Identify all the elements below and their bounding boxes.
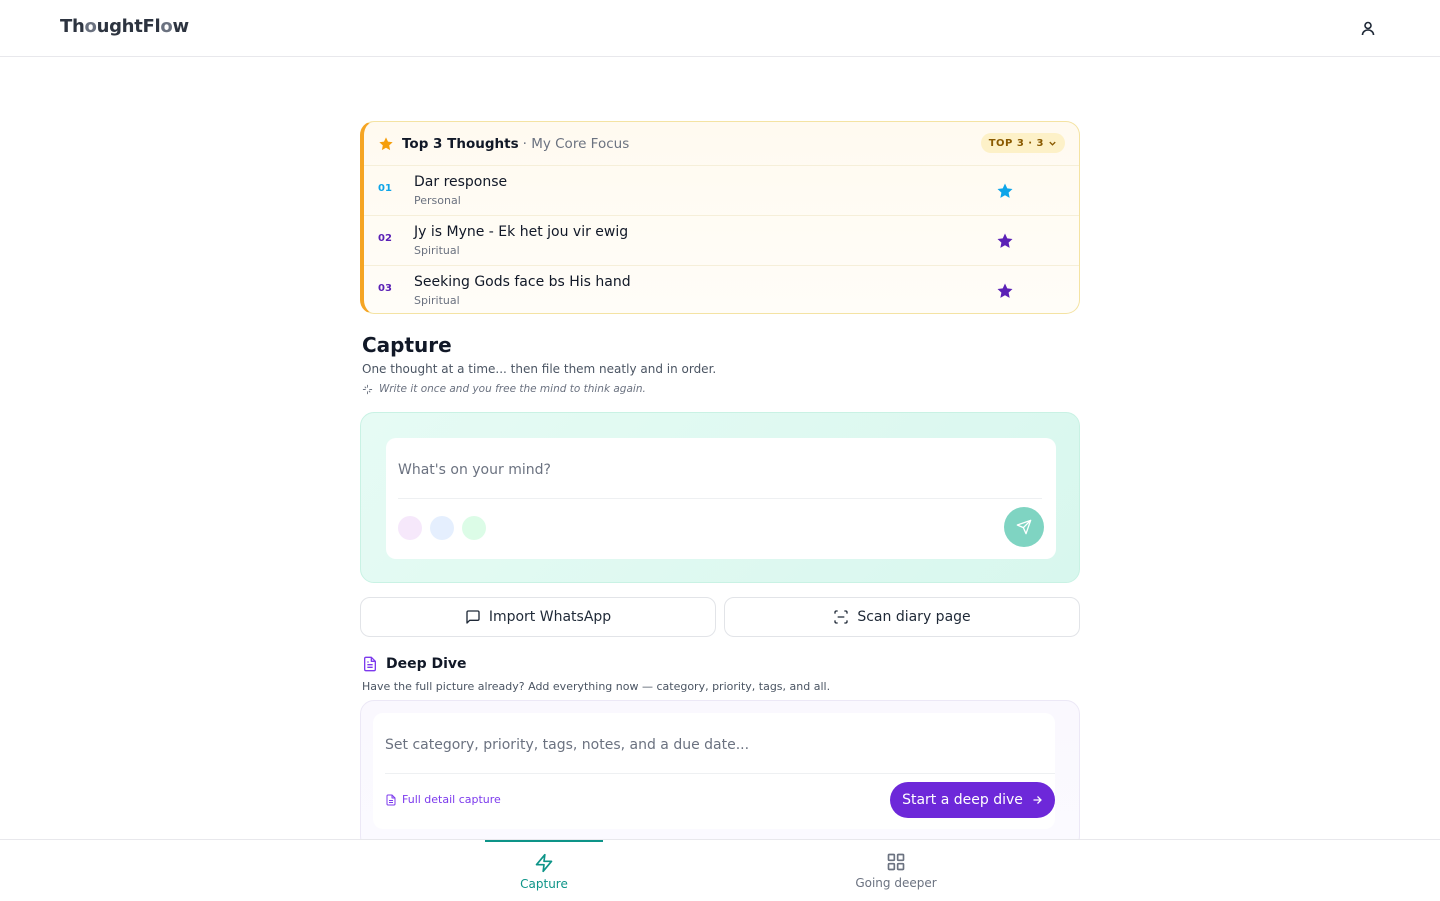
thought-category: Spiritual (414, 294, 460, 307)
row-number: 03 (378, 283, 392, 294)
color-dot-green[interactable] (462, 516, 486, 540)
star-icon[interactable] (996, 232, 1014, 250)
top-bar: ThoughtFlow (0, 0, 1440, 57)
message-icon (466, 610, 480, 624)
capture-hint: Write it once and you free the mind to t… (362, 383, 646, 395)
deep-dive-inner: Full detail capture Start a deep dive (373, 713, 1055, 829)
thought-title: Seeking Gods face bs His hand (414, 274, 631, 290)
deep-dive-subtitle: Have the full picture already? Add every… (362, 680, 831, 693)
grid-icon (887, 853, 905, 870)
star-icon[interactable] (996, 282, 1014, 300)
top3-card: Top 3 Thoughts · My Core Focus TOP 3 · 3… (360, 121, 1080, 314)
scan-diary-button[interactable]: Scan diary page (724, 597, 1080, 637)
bottom-nav: Capture Going deeper (0, 839, 1440, 900)
thought-title: Dar response (414, 174, 508, 190)
top3-header: Top 3 Thoughts · My Core Focus (378, 133, 629, 155)
send-button[interactable] (1004, 507, 1044, 547)
send-icon (1016, 519, 1032, 535)
deep-dive-box: Full detail capture Start a deep dive (360, 700, 1080, 850)
deep-dive-title: Deep Dive (386, 656, 467, 672)
start-deep-dive-button[interactable]: Start a deep dive (890, 782, 1055, 818)
top3-title: Top 3 Thoughts (402, 136, 519, 152)
sparkle-icon (362, 384, 373, 394)
lightning-icon (535, 853, 553, 872)
scan-icon (834, 610, 849, 624)
arrow-right-icon (1033, 796, 1042, 804)
import-whatsapp-button[interactable]: Import WhatsApp (360, 597, 716, 637)
top3-row[interactable]: 01 Dar response Personal (364, 165, 1079, 215)
full-detail-capture-link[interactable]: Full detail capture (385, 793, 501, 806)
deep-dive-header: Deep Dive (362, 656, 467, 672)
thought-title: Jy is Myne - Ek het jou vir ewig (414, 224, 629, 240)
document-icon (364, 656, 376, 672)
top3-row[interactable]: 02 Jy is Myne - Ek het jou vir ewig Spir… (364, 215, 1079, 265)
star-icon (379, 137, 393, 151)
nav-going-deeper[interactable]: Going deeper (837, 840, 955, 901)
deep-dive-input[interactable] (385, 729, 1035, 761)
thought-input[interactable] (398, 452, 1038, 488)
top3-badge[interactable]: TOP 3 · 3 (980, 133, 1065, 153)
color-dot-blue[interactable] (430, 516, 454, 540)
row-number: 02 (378, 233, 392, 244)
divider (385, 773, 1055, 774)
chevron-down-icon (1049, 141, 1056, 146)
user-icon[interactable] (1358, 18, 1378, 38)
capture-inner (386, 438, 1056, 559)
capture-title: Capture (362, 333, 452, 357)
top3-subtitle: · My Core Focus (522, 136, 630, 152)
star-icon[interactable] (996, 182, 1014, 200)
thought-category: Personal (414, 194, 461, 207)
color-dot-purple[interactable] (398, 516, 422, 540)
capture-subtitle: One thought at a time... then file them … (362, 362, 717, 376)
app-logo[interactable]: ThoughtFlow (60, 16, 189, 37)
nav-capture[interactable]: Capture (485, 840, 603, 901)
thought-category: Spiritual (414, 244, 460, 257)
document-icon (386, 794, 396, 805)
capture-box (360, 412, 1080, 583)
divider (398, 498, 1042, 499)
top3-row[interactable]: 03 Seeking Gods face bs His hand Spiritu… (364, 265, 1079, 313)
row-number: 01 (378, 183, 392, 194)
